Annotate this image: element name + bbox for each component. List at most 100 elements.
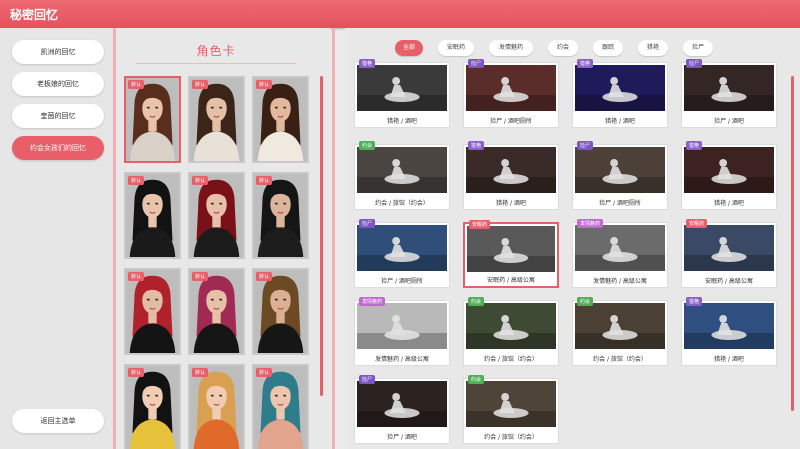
scene-tag: 猎艳 <box>359 59 376 68</box>
scene-thumbnail[interactable]: 猎艳猎艳 / 酒吧 <box>572 59 668 128</box>
character-card[interactable]: 默认 <box>124 268 181 355</box>
character-card-panel: 角色卡 默认 默认 默认 默认 默认 默认 默认 默认 默认 默认 默认 默认 <box>116 28 330 449</box>
character-portrait <box>126 366 179 449</box>
scene-image <box>466 303 556 349</box>
back-to-main-menu-button[interactable]: 返回主选单 <box>12 409 104 433</box>
scene-caption: 捡尸 / 酒吧厕所 <box>599 200 641 207</box>
scene-image <box>684 225 774 271</box>
filter-tab[interactable]: 猎艳 <box>638 40 668 56</box>
menu-item-kuiyin[interactable]: 奎茵的回忆 <box>12 104 104 128</box>
filter-tab[interactable]: 约会 <box>548 40 578 56</box>
scene-image <box>684 303 774 349</box>
scene-tag: 约会 <box>468 375 485 384</box>
window-title: 秘密回忆 <box>10 8 59 22</box>
scene-tag: 捡尸 <box>577 141 594 150</box>
scene-caption: 约会 / 旅馆（约会） <box>484 434 538 441</box>
scene-image <box>466 65 556 111</box>
character-card[interactable]: 默认 <box>188 364 245 449</box>
default-tag: 默认 <box>128 80 145 89</box>
scene-thumbnail[interactable]: 捡尸 捡尸 / 酒吧 <box>681 59 777 128</box>
scene-tag: 安眠药 <box>469 220 491 229</box>
scene-image <box>357 381 447 427</box>
character-portrait <box>254 366 307 449</box>
default-tag: 默认 <box>192 176 209 185</box>
scene-caption: 捡尸 / 酒吧厕所 <box>381 278 423 285</box>
scene-image <box>357 65 447 111</box>
scene-caption: 约会 / 旅馆（约会） <box>593 356 647 363</box>
scene-thumbnail[interactable]: 约会约会 / 旅馆（约会） <box>463 375 559 444</box>
character-portrait <box>254 270 307 353</box>
scene-thumbnail[interactable]: 发情魅药发情魅药 / 高级公寓 <box>572 219 668 288</box>
scene-thumbnail[interactable]: 猎艳猎艳 / 酒吧 <box>463 141 559 210</box>
menu-item-dating-girls[interactable]: 约会女孩们的回忆 <box>12 136 104 160</box>
character-card[interactable]: 默认 <box>252 268 309 355</box>
scene-thumbnail[interactable]: 发情魅药 发情魅药 / 高级公寓 <box>354 297 450 366</box>
scene-thumbnail[interactable]: 猎艳猎艳 / 酒吧 <box>681 297 777 366</box>
filter-tab[interactable]: 跟踪 <box>593 40 623 56</box>
scene-tag: 猎艳 <box>577 59 594 68</box>
scene-caption: 安眠药 / 高级公寓 <box>487 277 535 284</box>
character-card[interactable]: 默认 <box>124 172 181 259</box>
character-card[interactable]: 默认 <box>124 76 181 163</box>
scene-caption: 发情魅药 / 高级公寓 <box>593 278 647 285</box>
scene-thumbnail[interactable]: 捡尸 捡尸 / 酒吧厕所 <box>354 219 450 288</box>
scene-thumbnail[interactable]: 安眠药安眠药 / 高级公寓 <box>681 219 777 288</box>
scene-tag: 发情魅药 <box>577 219 604 228</box>
filter-tab[interactable]: 捡尸 <box>683 40 713 56</box>
scene-tag: 约会 <box>359 141 376 150</box>
scene-thumbnail[interactable]: 捡尸 捡尸 / 酒吧厕所 <box>463 59 559 128</box>
scene-caption: 猎艳 / 酒吧 <box>496 200 526 207</box>
scene-scrollbar[interactable] <box>791 76 794 411</box>
character-portrait <box>126 78 179 161</box>
scene-thumbnail[interactable]: 约会约会 / 旅馆（约会） <box>354 141 450 210</box>
scene-thumbnail[interactable]: 捡尸捡尸 / 酒吧 <box>354 375 450 444</box>
character-card[interactable]: 默认 <box>188 76 245 163</box>
default-tag: 默认 <box>192 272 209 281</box>
character-portrait <box>190 78 243 161</box>
character-portrait <box>190 270 243 353</box>
character-portrait <box>254 174 307 257</box>
scene-thumbnail[interactable]: 猎艳猎艳 / 酒吧 <box>354 59 450 128</box>
character-portrait <box>126 270 179 353</box>
scene-image <box>357 147 447 193</box>
scene-tag: 猎艳 <box>686 297 703 306</box>
scene-caption: 捡尸 / 酒吧 <box>387 434 417 441</box>
scene-image <box>684 65 774 111</box>
filter-tab[interactable]: 发情魅药 <box>489 40 533 56</box>
scene-caption: 猎艳 / 酒吧 <box>714 356 744 363</box>
scene-thumbnail[interactable]: 安眠药安眠药 / 高级公寓 <box>463 220 559 288</box>
filter-tab[interactable]: 安眠药 <box>438 40 474 56</box>
character-card[interactable]: 默认 <box>252 172 309 259</box>
character-card[interactable]: 默认 <box>124 364 181 449</box>
scene-thumbnail[interactable]: 约会 约会 / 旅馆（约会） <box>463 297 559 366</box>
scene-image <box>575 65 665 111</box>
card-panel-title: 角色卡 <box>196 44 236 58</box>
scene-image <box>684 147 774 193</box>
menu-item-kaizhou[interactable]: 凯洲的回忆 <box>12 40 104 64</box>
default-tag: 默认 <box>128 176 145 185</box>
scene-tag: 安眠药 <box>686 219 708 228</box>
default-tag: 默认 <box>256 176 273 185</box>
scene-thumbnail[interactable]: 猎艳 猎艳 / 酒吧 <box>681 141 777 210</box>
scene-caption: 猎艳 / 酒吧 <box>605 118 635 125</box>
scene-image <box>575 303 665 349</box>
character-card[interactable]: 默认 <box>188 172 245 259</box>
scene-caption: 猎艳 / 酒吧 <box>387 118 417 125</box>
menu-item-landlady[interactable]: 老板娘的回忆 <box>12 72 104 96</box>
filter-tab[interactable]: 全部 <box>395 40 423 56</box>
scene-tag: 猎艳 <box>468 141 485 150</box>
scene-image <box>575 147 665 193</box>
card-scrollbar[interactable] <box>320 76 323 396</box>
scene-tag: 猎艳 <box>686 141 703 150</box>
scene-tag: 捡尸 <box>359 375 376 384</box>
panel-divider-2 <box>332 28 335 449</box>
character-card[interactable]: 默认 <box>252 76 309 163</box>
default-tag: 默认 <box>128 368 145 377</box>
scene-caption: 约会 / 旅馆（约会） <box>375 200 429 207</box>
scene-tag: 约会 <box>577 297 594 306</box>
scene-caption: 安眠药 / 高级公寓 <box>705 278 753 285</box>
scene-thumbnail[interactable]: 约会约会 / 旅馆（约会） <box>572 297 668 366</box>
character-card[interactable]: 默认 <box>188 268 245 355</box>
character-card[interactable]: 默认 <box>252 364 309 449</box>
scene-thumbnail[interactable]: 捡尸捡尸 / 酒吧厕所 <box>572 141 668 210</box>
